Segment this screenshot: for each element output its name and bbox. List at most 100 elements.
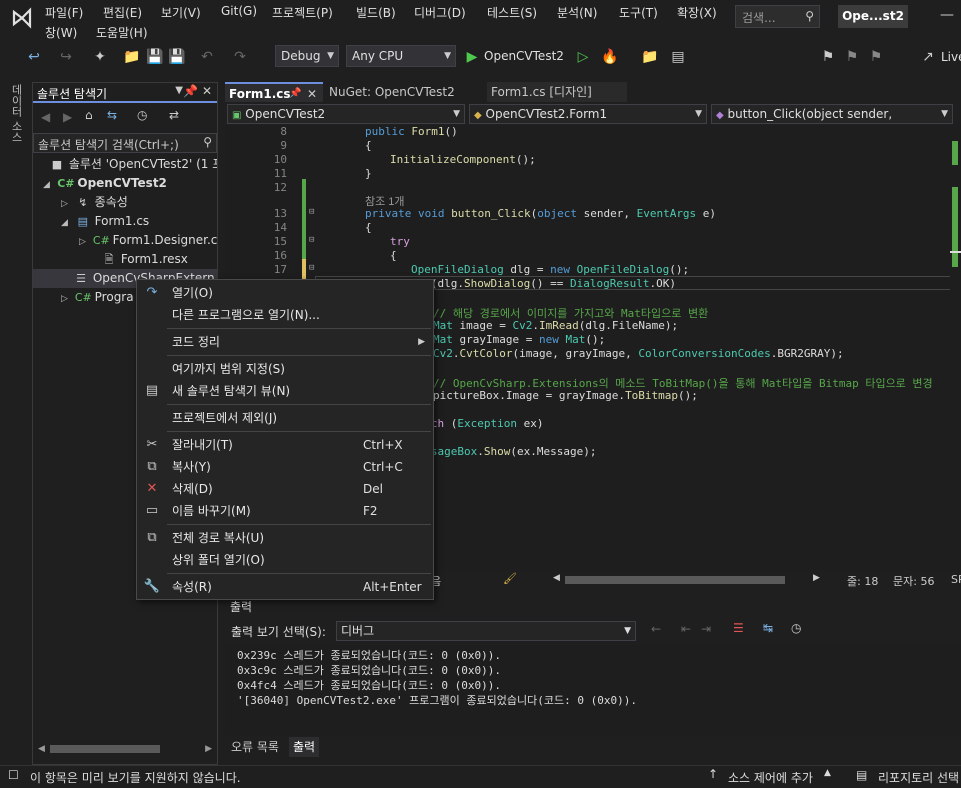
forward-icon[interactable]: ↪ xyxy=(56,47,76,67)
undo-icon[interactable]: ↶ xyxy=(197,47,217,67)
select-repository[interactable]: 리포지토리 선택 xyxy=(878,769,959,786)
find-in-output-icon[interactable]: ← xyxy=(651,622,661,636)
output-source-combo[interactable]: 디버그 ▼ xyxy=(336,621,636,641)
live-share-icon[interactable]: ↗ xyxy=(918,47,938,67)
back-icon[interactable]: ↩ xyxy=(24,47,44,67)
line-indicator[interactable]: 줄: 18 xyxy=(847,573,878,589)
menu-build[interactable]: 빌드(B) xyxy=(356,4,396,21)
start-without-debugging-icon[interactable]: ▷ xyxy=(573,47,593,67)
context-item-cut[interactable]: ✂ 잘라내기(T) Ctrl+X xyxy=(137,434,433,456)
context-item-copy-full-path[interactable]: ⧉ 전체 경로 복사(U) xyxy=(137,527,433,549)
next-message-icon[interactable]: ⇥ xyxy=(701,622,711,636)
minimize-icon[interactable]: — xyxy=(933,0,961,30)
solution-folder-icon[interactable]: 📁 xyxy=(640,47,660,67)
save-all-icon[interactable]: 💾 xyxy=(167,47,187,67)
context-item-copy[interactable]: ⧉ 복사(Y) Ctrl+C xyxy=(137,456,433,478)
pending-changes-icon[interactable]: ◷ xyxy=(137,108,147,122)
word-wrap-icon[interactable]: ↹ xyxy=(763,621,773,635)
scroll-thumb[interactable] xyxy=(50,745,160,753)
context-item-open-containing-folder[interactable]: 상위 폴더 열기(O) xyxy=(137,549,433,571)
menu-window[interactable]: 창(W) xyxy=(45,24,77,41)
project-nav-combo[interactable]: ▣ OpenCVTest2 ▼ xyxy=(227,104,465,124)
previous-message-icon[interactable]: ⇤ xyxy=(681,622,691,636)
clear-all-icon[interactable]: ☰ xyxy=(733,621,744,635)
pin-icon[interactable]: 📌 xyxy=(289,84,301,104)
scroll-right-icon[interactable]: ▶ xyxy=(813,573,820,583)
start-debugging-icon[interactable]: ▶ xyxy=(462,47,482,67)
menu-debug[interactable]: 디버그(D) xyxy=(414,4,466,21)
menu-edit[interactable]: 편집(E) xyxy=(103,4,142,21)
bookmark-prev-icon[interactable]: ⚑ xyxy=(842,47,862,67)
redo-icon[interactable]: ↷ xyxy=(230,47,250,67)
editor-vscrollbar[interactable] xyxy=(950,125,961,570)
collapse-icon[interactable]: ⊟ xyxy=(309,263,314,273)
close-icon[interactable]: ✕ xyxy=(307,84,317,104)
context-item-new-view[interactable]: ▤ 새 솔루션 탐색기 뷰(N) xyxy=(137,380,433,402)
scroll-right-icon[interactable]: ▶ xyxy=(205,744,212,754)
output-text[interactable]: 0x239c 스레드가 종료되었습니다(코드: 0 (0x0)). 0x3c9c… xyxy=(225,645,961,735)
bookmark-icon[interactable]: ⚑ xyxy=(818,47,838,67)
context-item-scope-to-this[interactable]: 여기까지 범위 지정(S) xyxy=(137,358,433,380)
tree-item-form1[interactable]: ◢ ▤ Form1.cs xyxy=(61,212,217,231)
tab-error-list[interactable]: 오류 목록 xyxy=(227,737,283,757)
collapsed-arrow-icon[interactable]: ▷ xyxy=(79,233,89,250)
menu-git[interactable]: Git(G) xyxy=(221,4,257,18)
timestamp-icon[interactable]: ◷ xyxy=(791,621,801,635)
menu-extensions[interactable]: 확장(X) xyxy=(677,4,717,21)
global-search-box[interactable]: 검색... ⚲ xyxy=(735,5,820,28)
tab-nuget[interactable]: NuGet: OpenCVTest2 xyxy=(325,82,485,102)
editor-hscroll-thumb[interactable] xyxy=(565,576,785,584)
collapse-icon[interactable]: ⊟ xyxy=(309,207,314,217)
context-item-properties[interactable]: 🔧 속성(R) Alt+Enter xyxy=(137,576,433,598)
context-item-code-cleanup[interactable]: 코드 정리 ▶ xyxy=(137,331,433,353)
hot-reload-icon[interactable]: 🔥 xyxy=(600,47,620,67)
context-item-delete[interactable]: ✕ 삭제(D) Del xyxy=(137,478,433,500)
scroll-left-icon[interactable]: ◀ xyxy=(38,744,45,754)
layout-icon[interactable]: ▤ xyxy=(668,47,688,67)
context-item-exclude[interactable]: 프로젝트에서 제외(J) xyxy=(137,407,433,429)
pin-icon[interactable]: 📌 xyxy=(183,84,198,98)
menu-tools[interactable]: 도구(T) xyxy=(619,4,658,21)
open-folder-icon[interactable]: 📁 xyxy=(122,47,142,67)
menu-project[interactable]: 프로젝트(P) xyxy=(272,4,333,21)
new-project-icon[interactable]: ✦ xyxy=(90,47,110,67)
whitespace-indicator[interactable]: SP xyxy=(951,573,961,586)
solution-explorer-search[interactable]: 솔루션 탐색기 검색(Ctrl+;) ⚲ xyxy=(33,133,217,153)
menu-file[interactable]: 파일(F) xyxy=(45,4,83,21)
tree-item-form1-designer[interactable]: ▷ C# Form1.Designer.c xyxy=(79,231,217,250)
configuration-combo[interactable]: Debug ▼ xyxy=(275,45,339,67)
tree-item-project[interactable]: ◢ C# OpenCVTest2 xyxy=(43,174,217,193)
menu-help[interactable]: 도움말(H) xyxy=(96,24,148,41)
column-indicator[interactable]: 문자: 56 xyxy=(893,573,934,589)
add-to-source-control[interactable]: 소스 제어에 추가 xyxy=(728,769,813,786)
close-icon[interactable]: ✕ xyxy=(202,84,212,98)
context-item-rename[interactable]: ▭ 이름 바꾸기(M) F2 xyxy=(137,500,433,522)
expanded-arrow-icon[interactable]: ◢ xyxy=(61,214,71,231)
platform-combo[interactable]: Any CPU ▼ xyxy=(346,45,456,67)
window-position-icon[interactable]: ▼ xyxy=(175,85,183,96)
context-item-open-with[interactable]: 다른 프로그램으로 열기(N)... xyxy=(137,304,433,326)
sync-icon[interactable]: ⇄ xyxy=(169,108,179,122)
menu-view[interactable]: 보기(V) xyxy=(161,4,201,21)
switch-views-icon[interactable]: ⇆ xyxy=(107,108,117,122)
solution-title[interactable]: Ope...st2 xyxy=(838,5,908,28)
tree-item-solution[interactable]: ■ 솔루션 'OpenCVTest2' (1 프 xyxy=(39,155,217,174)
home-icon[interactable]: ⌂ xyxy=(85,108,93,122)
scroll-left-icon[interactable]: ◀ xyxy=(553,573,560,583)
type-nav-combo[interactable]: ◆ OpenCVTest2.Form1 ▼ xyxy=(469,104,707,124)
code-cleanup-icon[interactable]: 🖌 xyxy=(503,572,517,585)
menu-test[interactable]: 테스트(S) xyxy=(487,4,537,21)
collapsed-arrow-icon[interactable]: ▷ xyxy=(61,195,71,212)
tab-output[interactable]: 출력 xyxy=(289,737,320,757)
live-share-label[interactable]: Live xyxy=(941,50,961,64)
member-nav-combo[interactable]: ◆ button_Click(object sender, EventArgs ▼ xyxy=(711,104,953,124)
tab-form1-designer[interactable]: Form1.cs [디자인] xyxy=(487,82,627,102)
collapsed-arrow-icon[interactable]: ▷ xyxy=(61,290,71,307)
menu-analyze[interactable]: 분석(N) xyxy=(557,4,597,21)
save-icon[interactable]: 💾 xyxy=(145,47,165,67)
data-sources-side-tab[interactable]: 데이터 소스 xyxy=(10,84,24,143)
back-icon[interactable]: ◀ xyxy=(41,110,50,124)
context-item-open[interactable]: ↷ 열기(O) xyxy=(137,282,433,304)
tree-item-form1-resx[interactable]: 🗎 Form1.resx xyxy=(91,250,217,269)
expanded-arrow-icon[interactable]: ◢ xyxy=(43,176,53,193)
